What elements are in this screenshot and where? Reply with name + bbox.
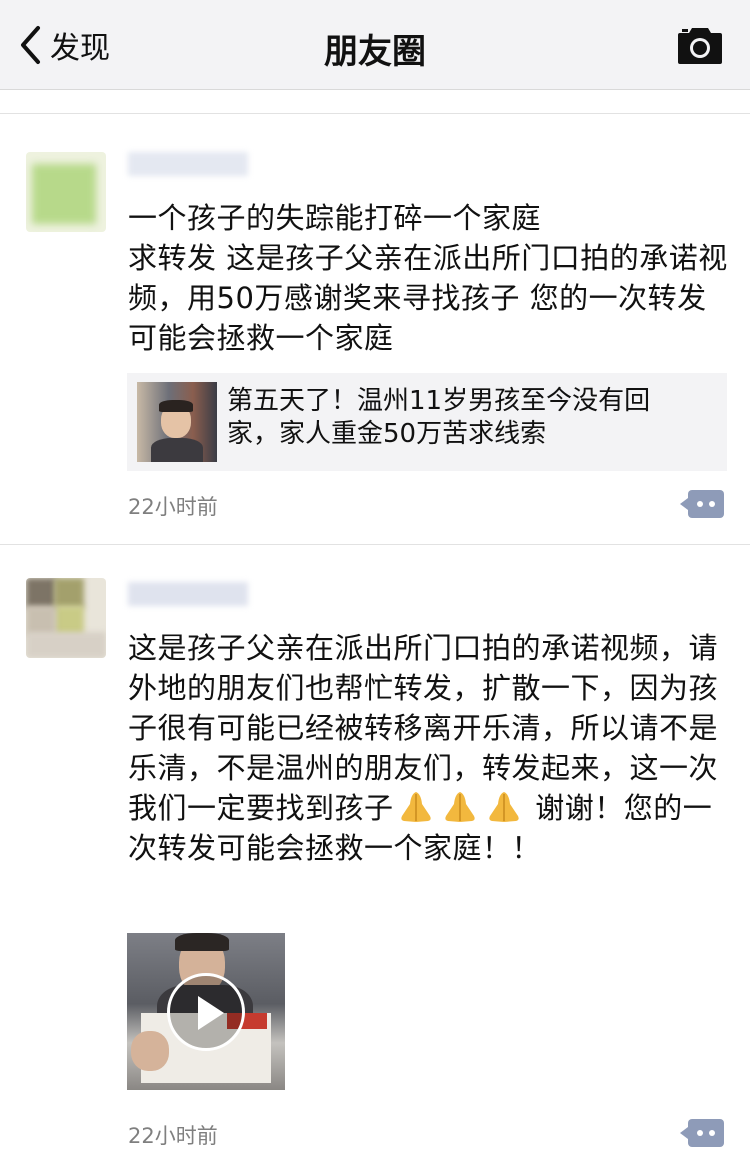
nickname[interactable] [128,152,248,176]
video-thumbnail[interactable] [127,933,285,1090]
nickname[interactable] [128,582,248,606]
post-divider [0,544,750,545]
post-time: 22小时前 [128,1124,218,1148]
play-icon[interactable] [167,973,245,1051]
camera-button[interactable] [676,24,724,66]
link-thumbnail [137,382,217,462]
shared-link-card[interactable]: 第五天了！温州11岁男孩至今没有回家，家人重金50万苦求线索 [127,373,727,471]
navigation-bar: 发现 朋友圈 [0,0,750,90]
feed-top-gap [0,90,750,114]
post-time: 22小时前 [128,495,218,519]
comment-icon[interactable] [680,1119,724,1147]
praying-hands-icon [400,792,431,822]
post-text: 这是孩子父亲在派出所门口拍的承诺视频，请外地的朋友们也帮忙转发，扩散一下，因为孩… [128,628,728,868]
comment-icon[interactable] [680,490,724,518]
praying-hands-icon [488,792,519,822]
link-title: 第五天了！温州11岁男孩至今没有回家，家人重金50万苦求线索 [227,386,651,449]
post-text: 一个孩子的失踪能打碎一个家庭 求转发 这是孩子父亲在派出所门口拍的承诺视频，用5… [128,201,728,355]
page-title: 朋友圈 [324,32,426,72]
avatar[interactable] [26,152,106,232]
camera-icon [678,28,722,64]
avatar[interactable] [26,578,106,658]
praying-hands-icon [444,792,475,822]
